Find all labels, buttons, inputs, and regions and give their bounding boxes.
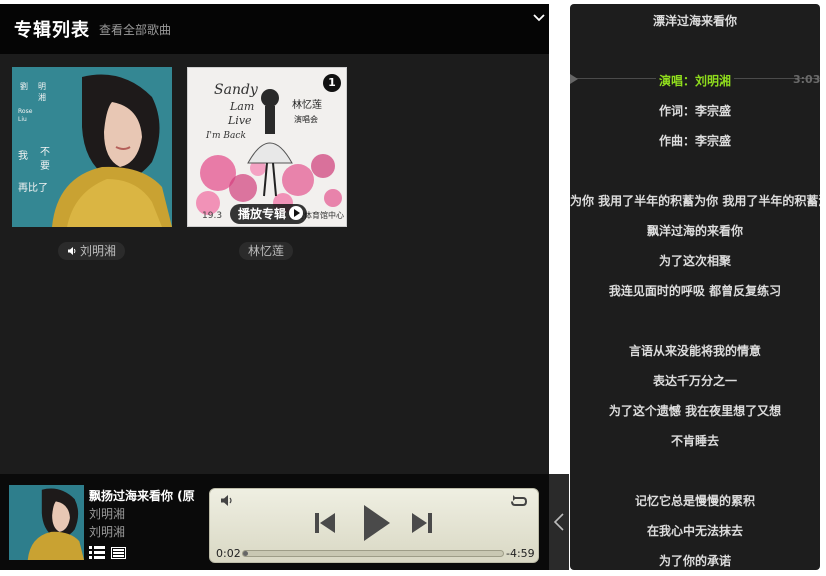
remaining-time: -4:59 [506, 547, 535, 560]
cover-text: Lam [229, 100, 254, 113]
cover-text: 湘 [38, 92, 46, 102]
lyric-line[interactable]: 言语从来没能将我的情意 [570, 342, 820, 359]
album-artist-tag[interactable]: 林忆莲 [239, 242, 294, 260]
now-playing-cover-art [9, 485, 84, 560]
lyric-line[interactable]: 飘洋过海的来看你 [570, 222, 820, 239]
play-circle-icon [289, 206, 304, 220]
lyric-line[interactable]: 为了你的承诺 [570, 552, 820, 569]
lyric-line[interactable]: 为你 我用了半年的积蓄为你 我用了半年的积蓄漂 [570, 192, 820, 209]
playback-controls: 0:02 -4:59 [209, 488, 539, 563]
lyric-line[interactable]: 漂洋过海来看你 [570, 12, 820, 29]
cover-text: 演唱会 [294, 114, 318, 124]
track-artist[interactable]: 刘明湘 [89, 505, 125, 522]
album-cover-art: 劉 明 湘 Rose Liu 我 不 要 再比了 [12, 67, 172, 227]
track-count-badge: 1 [323, 74, 341, 92]
cover-text: Rose [18, 108, 33, 115]
elapsed-time: 0:02 [216, 547, 241, 560]
track-album[interactable]: 刘明湘 [89, 523, 125, 540]
lyric-line[interactable]: 作词：李宗盛 [570, 102, 820, 119]
list-view-icon[interactable] [89, 546, 105, 559]
player-bar: 飘扬过海来看你 (原 刘明湘 刘明湘 0:02 -4:59 [0, 474, 549, 570]
chevron-left-icon [553, 513, 564, 531]
play-icon[interactable] [362, 503, 392, 543]
lyric-line[interactable]: 为了这次相聚 [570, 252, 820, 269]
album-artist-tag[interactable]: 刘明湘 [58, 242, 126, 260]
album-cover[interactable]: 劉 明 湘 Rose Liu 我 不 要 再比了 [12, 67, 172, 227]
now-playing-cover[interactable] [9, 485, 84, 560]
lyric-line[interactable]: 作曲：李宗盛 [570, 132, 820, 149]
cover-text: 林忆莲 [292, 98, 322, 111]
track-title: 飘扬过海来看你 (原 [89, 489, 195, 503]
lyric-line[interactable]: 记忆它总是慢慢的累积 [570, 492, 820, 509]
lyric-line[interactable]: 不肯睡去 [570, 432, 820, 449]
play-album-button[interactable]: 播放专辑 [230, 204, 308, 224]
cover-text: Live [227, 114, 252, 127]
chevron-down-icon[interactable] [533, 12, 545, 24]
lyric-line[interactable]: 演唱：刘明湘 [570, 72, 820, 89]
next-icon[interactable] [411, 511, 433, 535]
lyric-line[interactable]: 为了这个遗憾 我在夜里想了又想 [570, 402, 820, 419]
view-all-songs-link[interactable]: 查看全部歌曲 [99, 21, 171, 38]
cover-text: 19.3 [202, 211, 222, 221]
album-cover[interactable]: Sandy Lam Live 林忆莲 演唱会 I'm Back 19.3 香港体… [187, 67, 347, 227]
album-panel: 专辑列表 查看全部歌曲 劉 明 湘 Rose Liu 我 不 要 再比了 刘明湘… [0, 4, 549, 570]
collapse-panel-button[interactable] [549, 474, 569, 570]
lyric-line[interactable]: 我连见面时的呼吸 都曾反复练习 [570, 282, 820, 299]
cover-text: 劉 [20, 82, 28, 91]
lyric-line[interactable]: 在我心中无法抹去 [570, 522, 820, 539]
album-artist-label: 刘明湘 [80, 244, 117, 258]
lyric-line[interactable]: 表达千万分之一 [570, 372, 820, 389]
cover-text: 我 [18, 150, 28, 162]
repeat-icon[interactable] [510, 494, 528, 508]
cover-text: Liu [18, 116, 27, 123]
cover-text: 再比了 [18, 182, 48, 194]
grid-view-icon[interactable] [111, 547, 126, 559]
album-artist-label: 林忆莲 [248, 244, 285, 258]
cover-text: 明 [38, 82, 46, 91]
play-album-label: 播放专辑 [238, 207, 287, 221]
cover-text: 要 [40, 160, 50, 172]
album-header: 专辑列表 查看全部歌曲 [0, 4, 549, 54]
previous-icon[interactable] [314, 511, 336, 535]
volume-icon[interactable] [220, 494, 234, 507]
speaker-icon [68, 247, 76, 255]
progress-bar[interactable] [242, 550, 504, 557]
cover-text: Sandy [214, 82, 259, 98]
lyrics-panel: 3:03 漂洋过海来看你 演唱：刘明湘 作词：李宗盛 作曲：李宗盛 为你 我用了半年的积… [570, 4, 820, 570]
cover-text: I'm Back [205, 131, 246, 141]
progress-fill [243, 551, 249, 556]
cover-text: 不 [40, 147, 50, 158]
album-list-title: 专辑列表 [14, 20, 90, 41]
